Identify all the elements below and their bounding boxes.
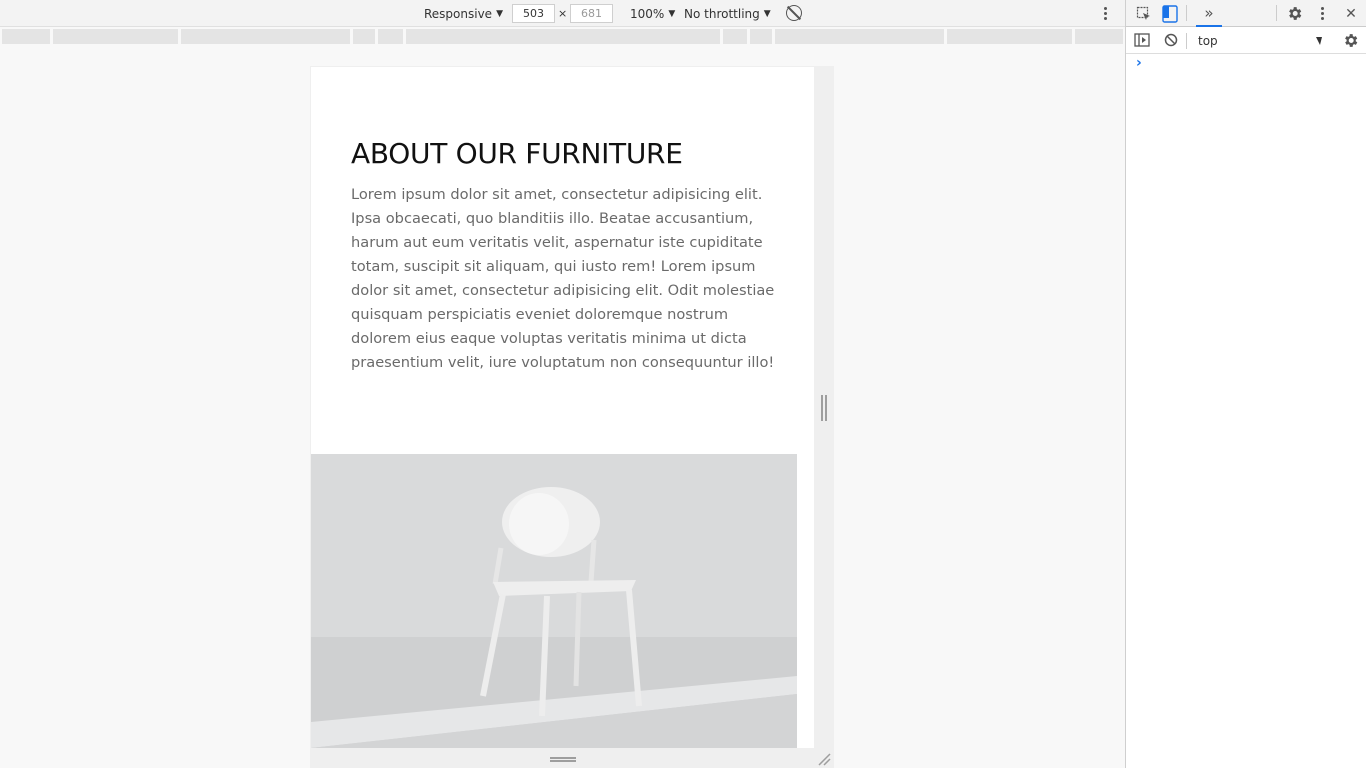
close-icon[interactable]: ✕ [1342,0,1360,27]
media-query-segment[interactable] [181,29,350,44]
height-resize-handle[interactable] [550,757,576,762]
inspect-element-icon[interactable] [1136,6,1152,22]
device-toolbar: Responsive ▼ 503 × 681 100% ▼ No throttl… [0,0,1125,27]
chair-image [311,454,797,748]
zoom-dropdown[interactable]: 100% ▼ [630,0,675,27]
about-paragraph: Lorem ipsum dolor sit amet, consectetur … [351,186,775,371]
page-title: ABOUT OUR FURNITURE [351,137,683,170]
devtools-panel: » ✕ top › [1125,0,1366,768]
media-query-segment[interactable] [53,29,178,44]
media-query-segment[interactable] [1075,29,1123,44]
device-toolbar-toggle-icon[interactable] [1162,5,1178,23]
times-sign: × [558,7,568,20]
width-input[interactable]: 503 [512,4,555,23]
throttling-label: No throttling [684,6,760,21]
media-query-segment[interactable] [353,29,375,44]
execution-context-select[interactable]: top [1190,31,1330,51]
chevron-down-icon: ▼ [496,8,503,19]
toolbar-separator [1186,33,1187,49]
dropdown-arrow-icon [1316,37,1322,45]
media-query-bar [0,29,1124,45]
chair-photo [311,454,797,748]
media-query-segment[interactable] [947,29,1072,44]
media-query-segment[interactable] [723,29,747,44]
height-input[interactable]: 681 [570,4,613,23]
media-query-segment[interactable] [750,29,772,44]
device-mode-dropdown[interactable]: Responsive ▼ [424,0,503,27]
media-query-segment[interactable] [406,29,720,44]
media-query-segment[interactable] [378,29,403,44]
console-prompt[interactable]: › [1136,55,1142,71]
media-query-segment[interactable] [2,29,50,44]
device-screen: ABOUT OUR FURNITURE Lorem ipsum dolor si… [311,67,814,748]
more-options-icon[interactable] [1104,7,1107,20]
chevron-down-icon: ▼ [763,8,771,19]
throttling-dropdown[interactable]: No throttling ▼ [684,0,771,27]
sidebar-toggle-icon[interactable] [1134,33,1150,47]
console-settings-icon[interactable] [1342,32,1359,49]
rotate-icon[interactable] [786,5,802,21]
zoom-label: 100% [630,6,665,21]
chevron-down-icon: ▼ [668,8,676,19]
devtools-menu-icon[interactable] [1321,7,1324,20]
toolbar-separator [1186,5,1187,21]
width-resize-handle[interactable] [821,395,827,421]
more-tabs-icon[interactable]: » [1196,0,1222,27]
settings-gear-icon[interactable] [1286,5,1303,22]
clear-console-icon[interactable] [1164,33,1178,47]
devtools-tab-bar: » ✕ [1126,0,1366,27]
execution-context-label: top [1198,34,1218,48]
toolbar-separator [1276,5,1277,21]
corner-resize-icon[interactable] [817,752,831,766]
media-query-segment[interactable] [775,29,944,44]
device-mode-label: Responsive [424,6,493,21]
